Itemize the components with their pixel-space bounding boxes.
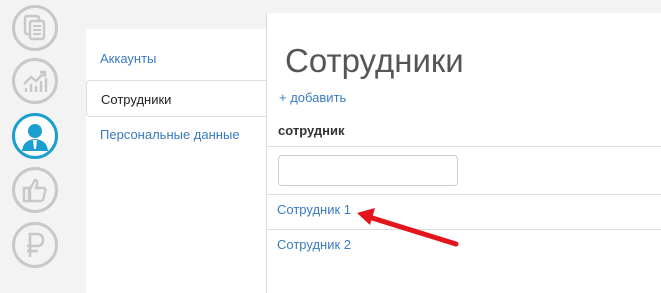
subnav-item-employees[interactable]: Сотрудники: [86, 80, 266, 117]
column-header-employee: сотрудник: [278, 123, 345, 138]
chart-icon[interactable]: [12, 58, 58, 104]
subnav-item-personal-data[interactable]: Персональные данные: [86, 116, 266, 153]
employee-row-link[interactable]: Сотрудник 1: [277, 202, 351, 217]
employee-filter-input[interactable]: [278, 155, 458, 186]
top-strip: [71, 0, 661, 13]
page-title: Сотрудники: [285, 42, 464, 79]
annotation-arrow-icon: [357, 208, 459, 247]
thumbs-up-icon[interactable]: [12, 167, 58, 213]
user-icon[interactable]: [12, 113, 58, 159]
subnav-item-accounts[interactable]: Аккаунты: [86, 40, 266, 77]
header-divider: [267, 146, 661, 147]
row-divider: [267, 194, 661, 195]
documents-icon[interactable]: [12, 5, 58, 51]
ruble-icon[interactable]: [12, 222, 58, 268]
employee-row-link[interactable]: Сотрудник 2: [277, 237, 351, 252]
add-employee-link[interactable]: + добавить: [279, 90, 346, 105]
